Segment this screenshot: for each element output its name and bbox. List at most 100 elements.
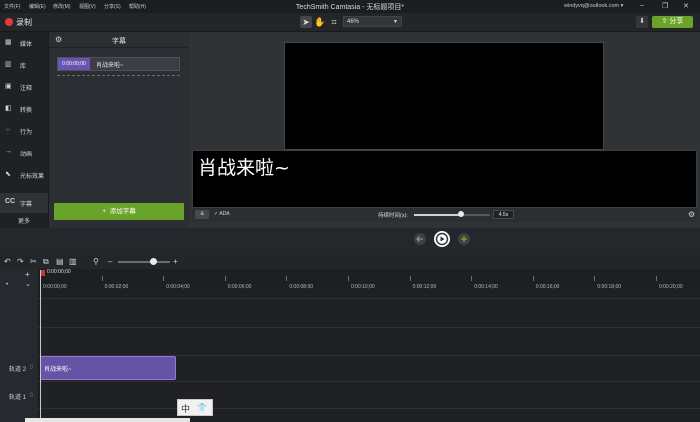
timeline-toolbar: ↶ ↷ ✂ ⧉ ▤ ▥ ⚲ – +: [0, 255, 700, 269]
track-name[interactable]: 轨道 2: [9, 364, 26, 373]
menu-bar: 文件(F) 编辑(E) 修改(M) 视图(V) 分享(S) 帮助(H) Tech…: [0, 0, 700, 13]
track-name[interactable]: 轨道 1: [9, 392, 26, 401]
download-icon[interactable]: ⬇: [636, 16, 648, 28]
ada-label: ADA: [219, 211, 230, 217]
clip-label: 肖战来啦~: [44, 367, 72, 373]
taskbar-strip: [25, 418, 190, 422]
skin-icon[interactable]: 👕: [197, 403, 208, 413]
timeline-zoom-slider[interactable]: [118, 261, 170, 263]
ruler-tick-label: 0:00:06;00: [227, 284, 252, 290]
chevron-down-icon[interactable]: ⌄: [25, 280, 31, 288]
track-controls: + ⌄ •: [0, 269, 38, 294]
canvas-area: 肖战来啦~ a ✓ ADA 持续时间(s): 4.5s ⚙: [189, 32, 700, 247]
close-icon[interactable]: ✕: [683, 2, 689, 10]
ruler-tick-label: 0:00:00;00: [43, 284, 67, 290]
font-button[interactable]: a: [195, 210, 209, 219]
preview-canvas[interactable]: [284, 42, 604, 150]
duration-slider-handle[interactable]: [458, 211, 465, 217]
account-email: windyvq@outlook.com: [564, 3, 620, 9]
caption-editor-text[interactable]: 肖战来啦~: [198, 153, 290, 180]
font-icon: a: [200, 211, 204, 217]
ruler-tick-label: 0:00:12;00: [412, 284, 437, 290]
sidebar-item-label: 转换: [20, 108, 33, 114]
duration-field[interactable]: 4.5s: [493, 210, 514, 219]
sidebar-item-label: 光标效果: [20, 174, 45, 180]
divider: [57, 75, 180, 76]
divider: [38, 327, 700, 328]
sidebar-item-cursor-effects[interactable]: ⬉ 光标效果: [0, 165, 48, 185]
ruler-tick: [163, 276, 165, 281]
add-caption-label: 添加字幕: [109, 208, 136, 215]
chevron-down-icon: ▼: [393, 19, 398, 25]
zoom-out-icon[interactable]: –: [108, 257, 112, 266]
zoom-dropdown[interactable]: 46% ▼: [343, 16, 402, 27]
sidebar-item-media[interactable]: ▦ 媒体: [0, 33, 48, 53]
ruler-tick-label: 0:00:14;00: [474, 284, 498, 290]
cut-icon[interactable]: ✂: [30, 257, 37, 266]
ruler-tick-label: 0:00:08;00: [289, 284, 314, 290]
duration-slider[interactable]: [414, 211, 490, 217]
paste-icon[interactable]: ▤: [56, 257, 64, 266]
divider: [38, 408, 700, 409]
select-arrow-icon[interactable]: ➤: [300, 16, 312, 28]
previous-caption-icon[interactable]: [414, 233, 426, 245]
ime-indicator[interactable]: 中 👕: [177, 399, 213, 416]
panel-title: 字幕: [112, 38, 126, 45]
marker-icon[interactable]: •: [6, 282, 8, 288]
record-icon[interactable]: [5, 18, 13, 26]
caption-editor[interactable]: 肖战来啦~: [192, 150, 697, 208]
hand-pan-icon[interactable]: ✋: [314, 16, 326, 28]
animations-icon: →: [5, 148, 12, 155]
crop-icon[interactable]: ⌗: [328, 16, 340, 28]
caption-text: 肖战来啦~: [96, 63, 124, 69]
caption-list-item[interactable]: 0:00:00;00 肖战来啦~: [57, 57, 180, 71]
more-button[interactable]: 更多: [0, 216, 48, 225]
zoom-in-icon[interactable]: +: [173, 257, 178, 266]
sidebar-item-transitions[interactable]: ◧ 转换: [0, 99, 48, 119]
add-caption-button[interactable]: + 添加字幕: [54, 203, 184, 220]
tools-sidebar: ▦ 媒体 ▥ 库 ▣ 注释 ◧ 转换 ⁘ 行为 → 动画 ⬉ 光标效果 CC 字幕 更多: [0, 32, 48, 228]
sidebar-item-label: 媒体: [20, 42, 33, 48]
caption-clip[interactable]: 肖战来啦~: [40, 356, 176, 380]
sidebar-item-animations[interactable]: → 动画: [0, 143, 48, 163]
captions-panel: ⚙ 字幕 0:00:00;00 肖战来啦~ + 添加字幕: [48, 32, 189, 228]
undo-icon[interactable]: ↶: [4, 257, 11, 266]
ruler-tick: [224, 276, 226, 281]
restore-icon[interactable]: ❐: [662, 2, 668, 10]
minimize-icon[interactable]: –: [640, 2, 644, 9]
ruler-tick: [101, 276, 103, 281]
split-icon[interactable]: ▥: [69, 257, 77, 266]
record-button[interactable]: 录制: [16, 17, 32, 28]
sidebar-item-label: 动画: [20, 152, 33, 158]
playhead-line: [40, 270, 41, 422]
sidebar-item-annotations[interactable]: ▣ 注释: [0, 77, 48, 97]
replay-icon[interactable]: [434, 231, 450, 247]
account-menu[interactable]: windyvq@outlook.com ▾: [564, 3, 623, 9]
sidebar-item-behaviors[interactable]: ⁘ 行为: [0, 121, 48, 141]
cursor-effects-icon: ⬉: [5, 171, 11, 178]
ruler-tick: [286, 276, 288, 281]
gear-icon[interactable]: ⚙: [688, 210, 695, 219]
sidebar-item-label: 行为: [20, 130, 33, 136]
ruler-tick-label: 0:00:20;00: [659, 284, 683, 290]
transitions-icon: ◧: [5, 105, 12, 112]
duration-label: 持续时间(s):: [378, 213, 408, 219]
ruler-tick-label: 0:00:04;00: [166, 284, 190, 290]
add-caption-plus-icon[interactable]: [458, 233, 470, 245]
add-track-icon[interactable]: +: [25, 270, 30, 279]
ada-toggle[interactable]: ✓ ADA: [214, 211, 230, 217]
share-button[interactable]: ⇪ 分享: [652, 16, 693, 28]
sidebar-item-label: 库: [20, 64, 27, 70]
lock-icon[interactable]: ▯: [30, 364, 33, 370]
sidebar-item-label: 注释: [20, 86, 33, 92]
share-label: 分享: [669, 18, 684, 25]
sidebar-item-captions[interactable]: CC 字幕: [0, 193, 48, 213]
sidebar-item-library[interactable]: ▥ 库: [0, 55, 48, 75]
timeline-zoom-handle[interactable]: [150, 258, 157, 265]
lock-icon[interactable]: ▯: [30, 392, 33, 398]
redo-icon[interactable]: ↷: [17, 257, 24, 266]
playhead-time: 0:00:00;00: [47, 269, 71, 275]
timeline-ruler[interactable]: 0:00:00;00 0:00:02;00 0:00:04;00 0:00:06;00…: [39, 276, 700, 294]
zoom-search-icon[interactable]: ⚲: [93, 257, 99, 266]
copy-icon[interactable]: ⧉: [43, 257, 49, 267]
